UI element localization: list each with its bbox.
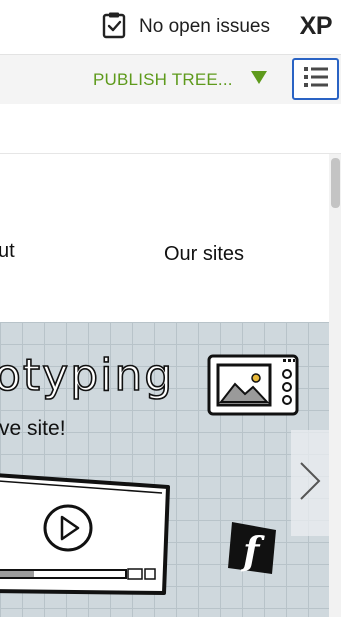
nav-link-our-sites[interactable]: Our sites bbox=[164, 243, 244, 266]
app-badge[interactable]: XP bbox=[300, 12, 333, 41]
context-band bbox=[0, 104, 341, 154]
facebook-icon[interactable]: f bbox=[228, 520, 278, 581]
clipboard-check-icon bbox=[101, 11, 127, 44]
play-icon[interactable] bbox=[42, 503, 94, 558]
issues-label: No open issues bbox=[139, 16, 270, 37]
toggle-panel-button[interactable] bbox=[292, 58, 339, 100]
triangle-down-icon[interactable] bbox=[250, 70, 267, 89]
preview-scrollbar-thumb[interactable] bbox=[331, 158, 340, 208]
hero-headline: otyping bbox=[0, 349, 175, 402]
publish-tree-button[interactable]: PUBLISH TREE... bbox=[93, 55, 267, 104]
publish-tree-label: PUBLISH TREE... bbox=[93, 69, 233, 89]
nav-link-about[interactable]: ut bbox=[0, 240, 15, 263]
image-frame-icon bbox=[207, 354, 299, 421]
hero-banner: otyping ve site! f bbox=[0, 322, 329, 617]
preview-scrollbar[interactable] bbox=[329, 154, 341, 617]
top-status-bar: No open issues XP bbox=[0, 0, 341, 54]
list-icon bbox=[303, 65, 329, 94]
page-preview[interactable]: ut Our sites otyping ve site! bbox=[0, 154, 330, 617]
hero-subtitle: ve site! bbox=[0, 417, 66, 440]
issues-indicator[interactable]: No open issues bbox=[101, 11, 270, 44]
chevron-right-icon bbox=[297, 460, 323, 507]
toolbar: PUBLISH TREE... bbox=[0, 54, 341, 105]
carousel-next-button[interactable] bbox=[291, 430, 329, 536]
